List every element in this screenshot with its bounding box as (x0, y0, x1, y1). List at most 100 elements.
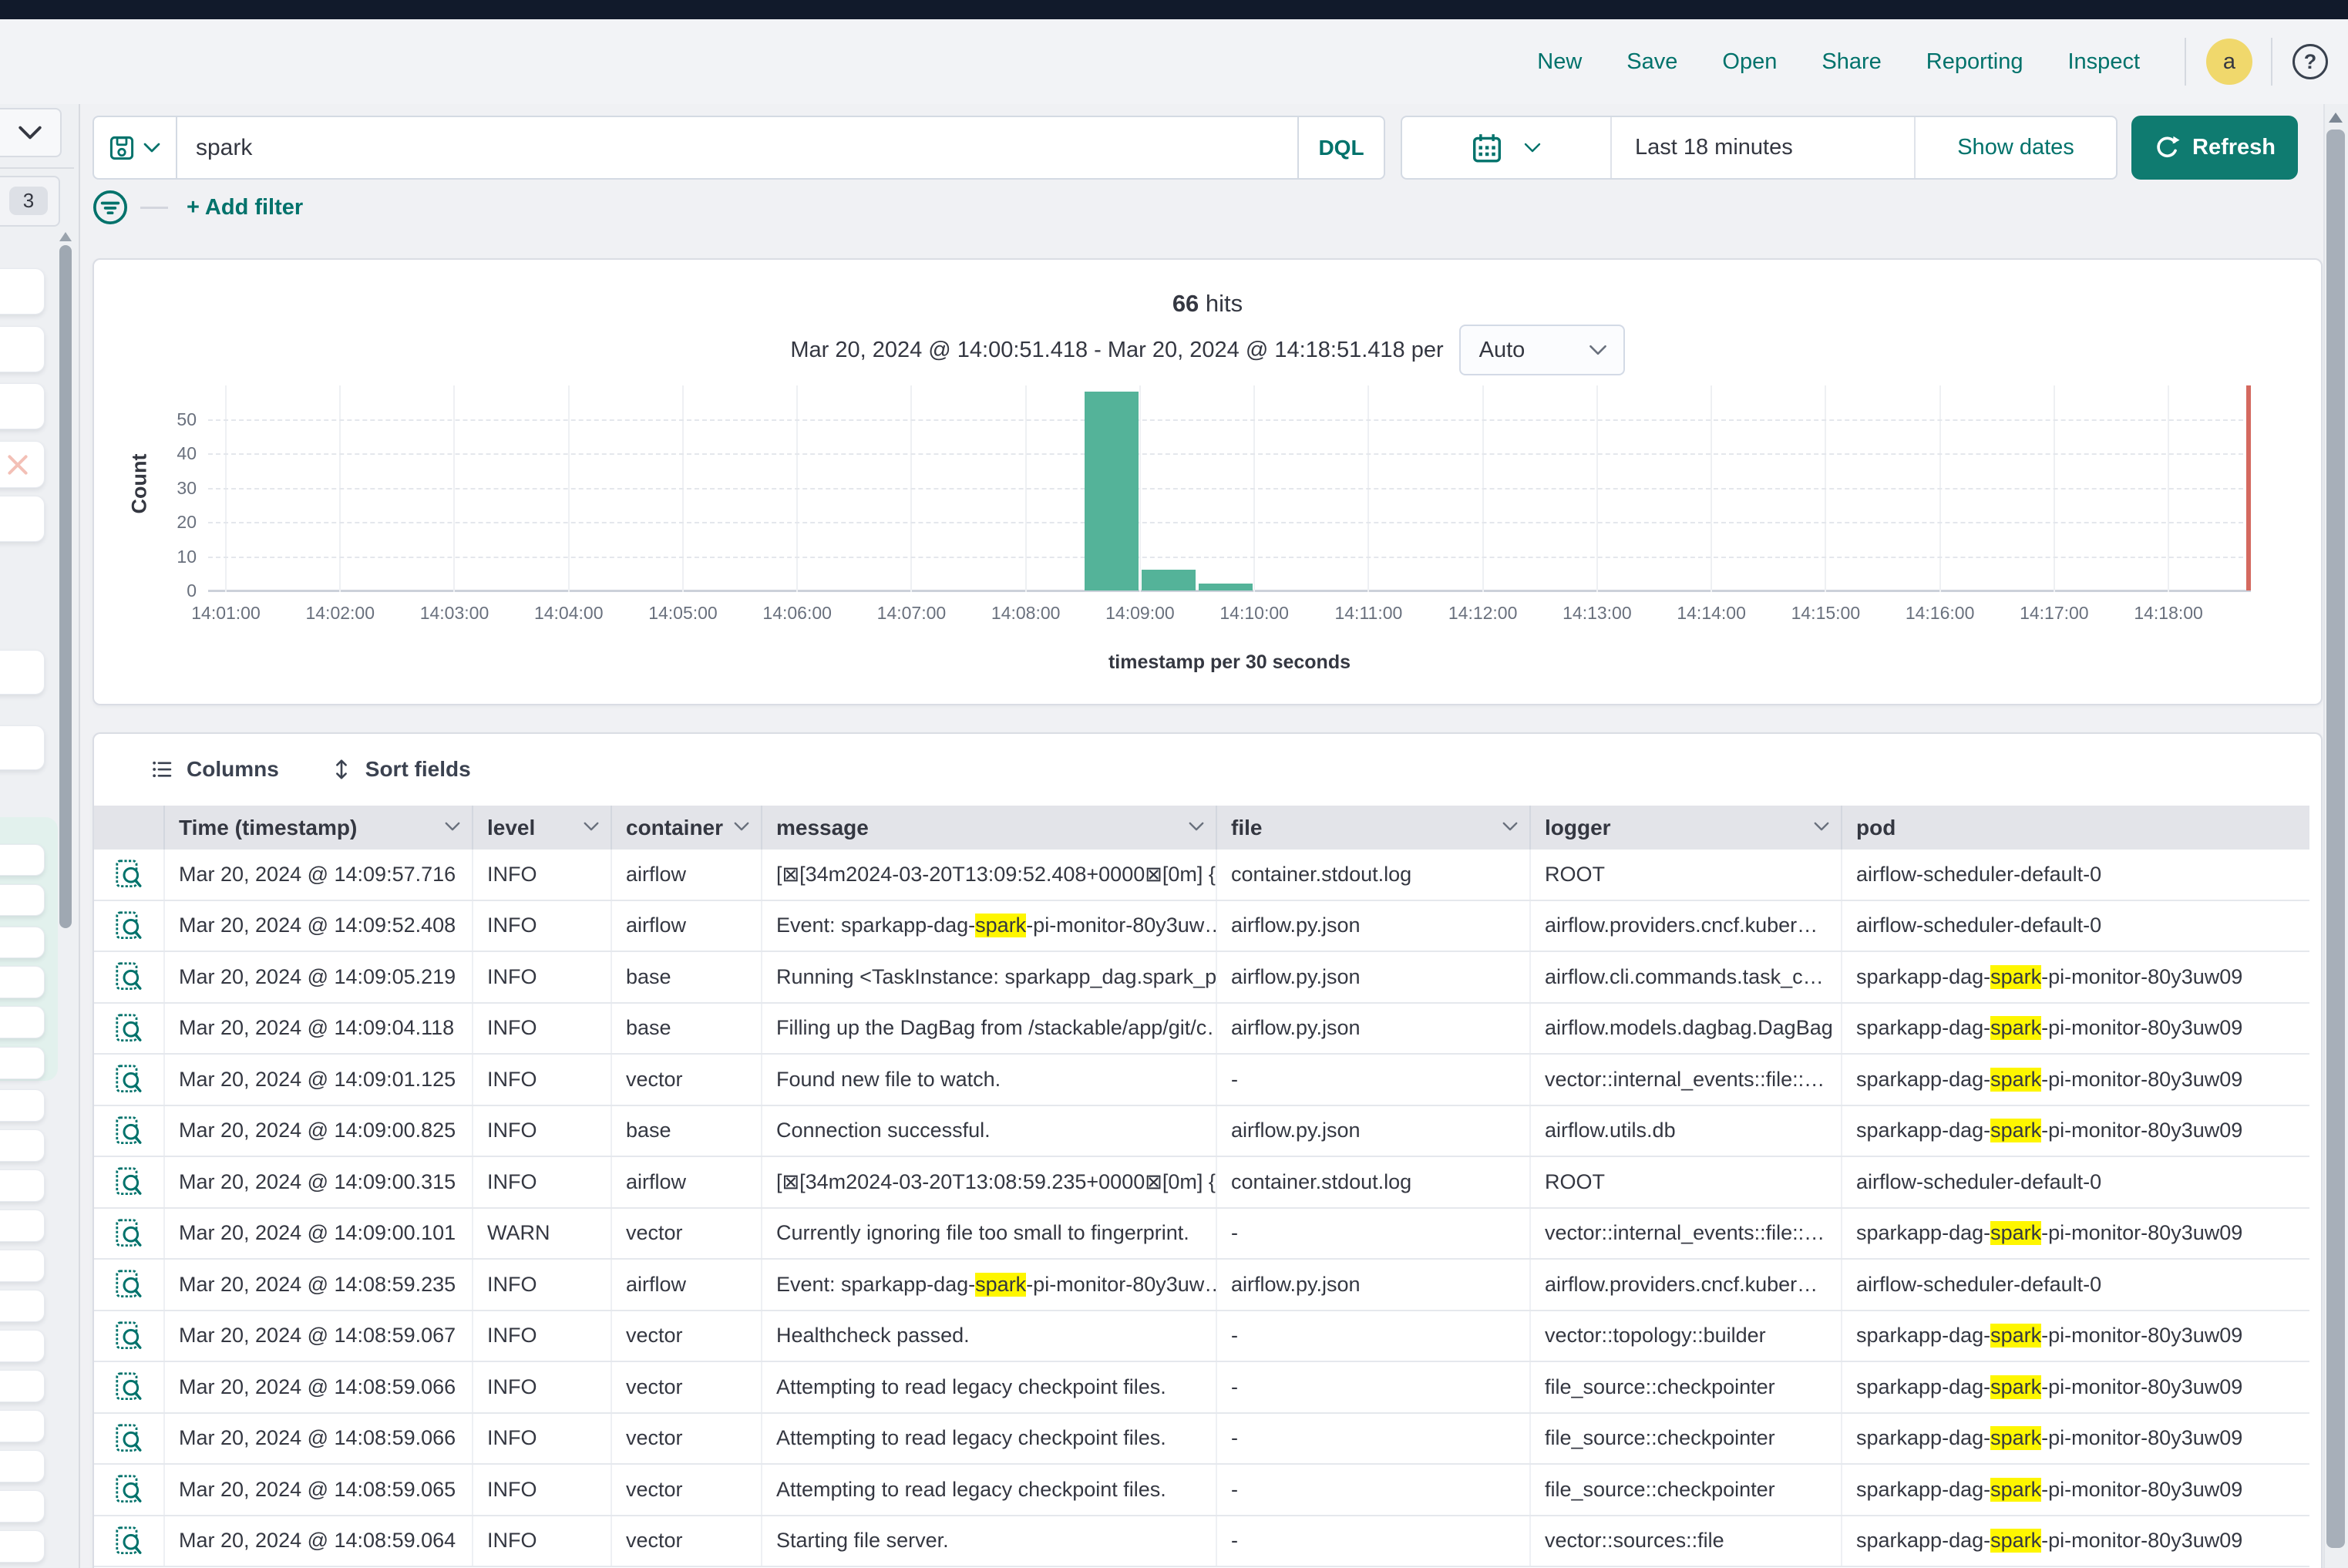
field-card[interactable] (0, 383, 45, 429)
inspect-document-button[interactable] (94, 1055, 165, 1105)
header-message[interactable]: message (762, 806, 1217, 850)
table-row[interactable]: Mar 20, 2024 @ 14:08:59.064 INFO vector … (94, 1516, 2309, 1568)
chevron-down-icon[interactable] (444, 821, 461, 832)
header-level[interactable]: level (473, 806, 612, 850)
histogram-bar[interactable] (1085, 392, 1139, 591)
y-gridline (208, 453, 2251, 455)
field-card[interactable] (0, 884, 45, 916)
inspect-document-button[interactable] (94, 1311, 165, 1361)
field-card[interactable] (0, 1006, 45, 1038)
chevron-down-icon[interactable] (1188, 821, 1205, 832)
field-card[interactable] (0, 844, 45, 876)
interval-select[interactable]: Auto (1459, 325, 1625, 375)
chevron-down-icon[interactable] (733, 821, 750, 832)
field-card[interactable] (0, 268, 45, 315)
field-card[interactable] (0, 326, 45, 372)
scrollbar-thumb[interactable] (2326, 130, 2345, 1548)
histogram-bar[interactable] (1142, 570, 1196, 591)
table-row[interactable]: Mar 20, 2024 @ 14:08:59.235 INFO airflow… (94, 1260, 2309, 1311)
add-filter-button[interactable]: + Add filter (187, 195, 303, 220)
field-card[interactable] (0, 1047, 45, 1079)
field-card[interactable] (0, 1410, 45, 1442)
chevron-down-icon[interactable] (1502, 821, 1519, 832)
header-file[interactable]: file (1217, 806, 1531, 850)
inspect-document-button[interactable] (94, 1362, 165, 1412)
inspect-document-button[interactable] (94, 1004, 165, 1054)
query-language-button[interactable]: DQL (1297, 117, 1384, 178)
histogram-plot[interactable] (208, 385, 2251, 592)
field-card[interactable] (0, 650, 45, 695)
chevron-down-icon[interactable] (583, 821, 600, 832)
inspect-document-button[interactable] (94, 1516, 165, 1566)
field-card[interactable] (0, 1530, 45, 1563)
header-label: file (1231, 816, 1262, 840)
show-dates-button[interactable]: Show dates (1914, 117, 2116, 178)
field-card[interactable] (0, 1290, 45, 1322)
rail-scroll-up-arrow[interactable] (59, 232, 72, 241)
table-row[interactable]: Mar 20, 2024 @ 14:09:00.101 WARN vector … (94, 1209, 2309, 1260)
columns-button[interactable]: Columns (151, 757, 279, 782)
nav-new[interactable]: New (1537, 49, 1582, 75)
nav-inspect[interactable]: Inspect (2068, 49, 2141, 75)
nav-share[interactable]: Share (1822, 49, 1881, 75)
header-pod[interactable]: pod (1842, 806, 2309, 850)
table-row[interactable]: Mar 20, 2024 @ 14:09:00.315 INFO airflow… (94, 1157, 2309, 1209)
inspect-document-button[interactable] (94, 1465, 165, 1515)
field-card[interactable] (0, 496, 45, 542)
date-quick-select-button[interactable] (1402, 117, 1612, 178)
field-card[interactable] (0, 1370, 45, 1402)
nav-reporting[interactable]: Reporting (1926, 49, 2023, 75)
header-logger[interactable]: logger (1531, 806, 1842, 850)
header-time[interactable]: Time (timestamp) (165, 806, 473, 850)
time-range-display[interactable]: Last 18 minutes (1612, 117, 1914, 178)
refresh-button[interactable]: Refresh (2131, 116, 2298, 180)
inspect-document-button[interactable] (94, 1106, 165, 1156)
sort-fields-button[interactable]: Sort fields (330, 757, 471, 782)
field-card[interactable] (0, 1490, 45, 1523)
close-icon[interactable] (6, 453, 29, 476)
field-card[interactable] (0, 966, 45, 998)
table-row[interactable]: Mar 20, 2024 @ 14:09:04.118 INFO base Fi… (94, 1004, 2309, 1055)
field-card[interactable] (0, 927, 45, 958)
field-card[interactable] (0, 1129, 45, 1162)
table-row[interactable]: Mar 20, 2024 @ 14:08:59.066 INFO vector … (94, 1362, 2309, 1414)
field-card[interactable] (0, 1210, 45, 1242)
field-card[interactable] (0, 1450, 45, 1482)
x-tick-label: 14:17:00 (2000, 603, 2108, 624)
rail-scrollbar[interactable] (59, 245, 72, 928)
field-card[interactable] (0, 1089, 45, 1122)
table-row[interactable]: Mar 20, 2024 @ 14:09:01.125 INFO vector … (94, 1055, 2309, 1106)
field-card[interactable] (0, 1250, 45, 1282)
chevron-down-icon[interactable] (1813, 821, 1830, 832)
inspect-document-button[interactable] (94, 952, 165, 1002)
cell-level: INFO (473, 1106, 612, 1156)
cell-file: - (1217, 1311, 1531, 1361)
inspect-document-button[interactable] (94, 1157, 165, 1207)
field-card[interactable] (0, 1330, 45, 1362)
nav-save[interactable]: Save (1626, 49, 1677, 75)
collapse-sidebar-button[interactable] (0, 108, 62, 157)
inspect-document-button[interactable] (94, 850, 165, 900)
field-card[interactable] (0, 725, 45, 770)
table-row[interactable]: Mar 20, 2024 @ 14:08:59.065 INFO vector … (94, 1465, 2309, 1516)
help-icon[interactable]: ? (2292, 44, 2328, 79)
table-row[interactable]: Mar 20, 2024 @ 14:08:59.066 INFO vector … (94, 1414, 2309, 1465)
table-row[interactable]: Mar 20, 2024 @ 14:08:59.067 INFO vector … (94, 1311, 2309, 1363)
inspect-document-button[interactable] (94, 1209, 165, 1259)
histogram-bar[interactable] (1199, 584, 1253, 591)
avatar[interactable]: a (2206, 39, 2252, 85)
filter-icon[interactable] (93, 190, 128, 225)
field-card[interactable] (0, 1169, 45, 1202)
table-row[interactable]: Mar 20, 2024 @ 14:09:00.825 INFO base Co… (94, 1106, 2309, 1158)
header-container[interactable]: container (612, 806, 762, 850)
table-row[interactable]: Mar 20, 2024 @ 14:09:52.408 INFO airflow… (94, 901, 2309, 953)
scrollbar-up-arrow[interactable] (2329, 113, 2343, 123)
table-row[interactable]: Mar 20, 2024 @ 14:09:57.716 INFO airflow… (94, 850, 2309, 901)
inspect-document-button[interactable] (94, 1414, 165, 1464)
table-row[interactable]: Mar 20, 2024 @ 14:09:05.219 INFO base Ru… (94, 952, 2309, 1004)
inspect-document-button[interactable] (94, 901, 165, 951)
nav-open[interactable]: Open (1722, 49, 1777, 75)
inspect-document-button[interactable] (94, 1260, 165, 1310)
saved-query-menu-button[interactable] (94, 117, 177, 178)
search-input[interactable]: spark (177, 117, 1297, 178)
